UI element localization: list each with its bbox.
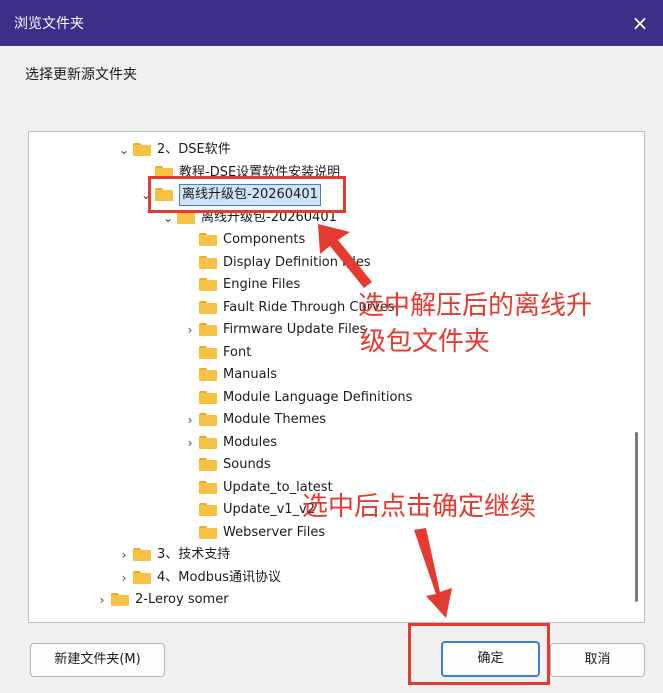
arrow-up-left	[318, 224, 372, 288]
arrow-down	[414, 528, 452, 618]
annotation-arrows	[318, 224, 452, 618]
annotation-click-ok: 选中后点击确定继续	[302, 492, 537, 522]
annotation-select-folder-line1: 选中解压后的离线升	[358, 291, 593, 321]
annotation-select-folder-line2: 级包文件夹	[360, 327, 491, 357]
